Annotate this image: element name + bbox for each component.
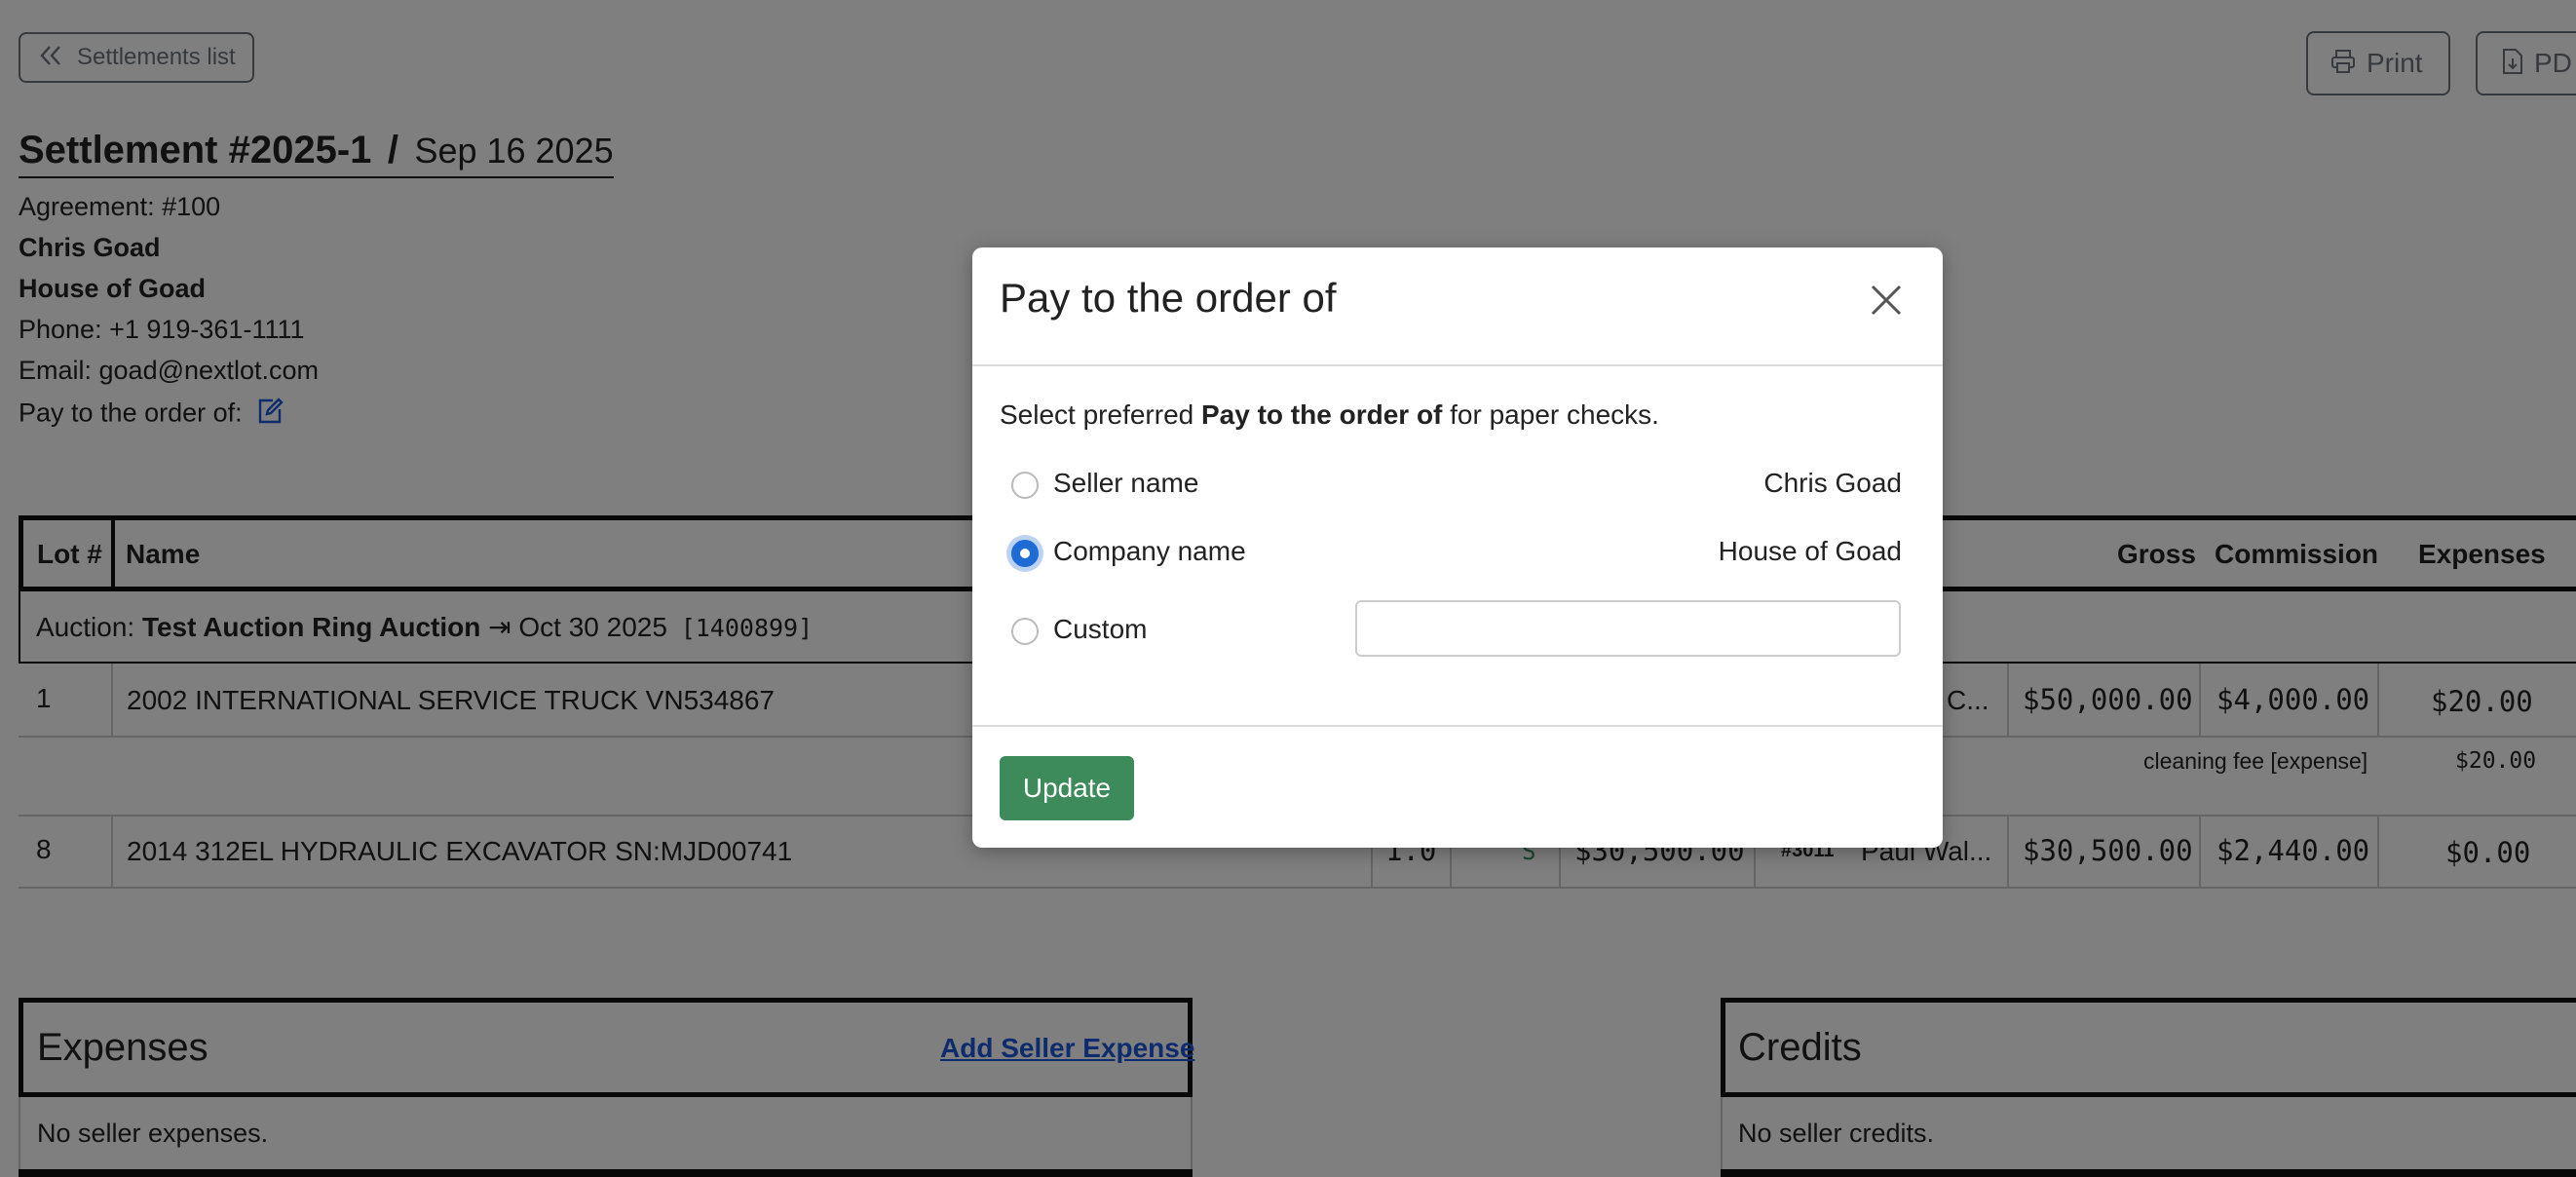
company-name-radio[interactable] bbox=[1011, 540, 1039, 567]
seller-name-radio[interactable] bbox=[1011, 472, 1039, 499]
update-button[interactable]: Update bbox=[1000, 756, 1134, 820]
custom-option-label[interactable]: Custom bbox=[1053, 614, 1147, 645]
seller-name-option-label[interactable]: Seller name bbox=[1053, 468, 1198, 499]
seller-name-option-value: Chris Goad bbox=[1763, 468, 1902, 498]
company-name-option-value: House of Goad bbox=[1718, 536, 1902, 566]
custom-radio[interactable] bbox=[1011, 618, 1039, 645]
close-icon[interactable] bbox=[1867, 281, 1906, 320]
custom-name-input[interactable] bbox=[1355, 600, 1901, 657]
pay-to-order-modal: Pay to the order of Select preferred Pay… bbox=[972, 247, 1943, 848]
update-label: Update bbox=[1022, 773, 1112, 803]
modal-instruction: Select preferred Pay to the order of for… bbox=[1000, 399, 1659, 430]
modal-title: Pay to the order of bbox=[1000, 275, 1337, 321]
company-name-option-label[interactable]: Company name bbox=[1053, 536, 1246, 567]
